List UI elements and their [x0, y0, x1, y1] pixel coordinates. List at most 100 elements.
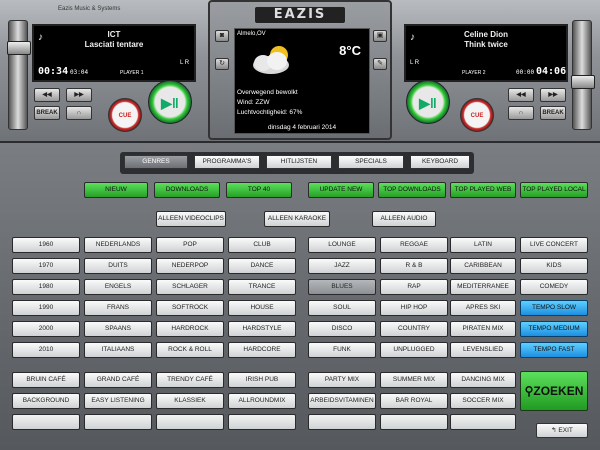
genre-button[interactable]: SOFTROCK: [156, 300, 224, 316]
genre-button[interactable]: COUNTRY: [380, 321, 448, 337]
genre-button[interactable]: NEDERLANDS: [84, 237, 152, 253]
left-next-button[interactable]: ▶▶: [66, 88, 92, 102]
left-prev-button[interactable]: ◀◀: [34, 88, 60, 102]
mood-button[interactable]: BAR ROYAL: [380, 393, 448, 409]
genre-button[interactable]: PIRATEN MIX: [450, 321, 516, 337]
empty-slot[interactable]: [228, 414, 296, 430]
mood-button[interactable]: IRISH PUB: [228, 372, 296, 388]
genre-button[interactable]: SOUL: [308, 300, 376, 316]
right-next-button[interactable]: ▶▶: [540, 88, 566, 102]
tab-keyboard[interactable]: KEYBOARD: [410, 155, 470, 169]
tab-programmas[interactable]: PROGRAMMA'S: [194, 155, 260, 169]
genre-button[interactable]: ENGELS: [84, 279, 152, 295]
quick-update-new[interactable]: UPDATE NEW: [308, 182, 374, 198]
empty-slot[interactable]: [156, 414, 224, 430]
genre-button[interactable]: HIP HOP: [380, 300, 448, 316]
mood-button[interactable]: DANCING MIX: [450, 372, 516, 388]
mood-button[interactable]: ARBEIDSVITAMINEN: [308, 393, 376, 409]
right-play-pause-button[interactable]: ▶‖: [406, 80, 450, 124]
genre-button[interactable]: R & B: [380, 258, 448, 274]
mood-button[interactable]: GRAND CAFÉ: [84, 372, 152, 388]
quick-top-downloads[interactable]: TOP DOWNLOADS: [378, 182, 446, 198]
left-headphones-button[interactable]: ∩: [66, 106, 92, 120]
tab-genres[interactable]: GENRES: [124, 155, 188, 169]
left-break-button[interactable]: BREAK: [34, 106, 60, 120]
tab-specials[interactable]: SPECIALS: [338, 155, 404, 169]
empty-slot[interactable]: [12, 414, 80, 430]
genre-button[interactable]: SPAANS: [84, 321, 152, 337]
genre-button[interactable]: MEDITERRANEE: [450, 279, 516, 295]
genre-button[interactable]: APRES SKI: [450, 300, 516, 316]
left-cue-button[interactable]: CUE: [108, 98, 142, 132]
genre-button[interactable]: POP: [156, 237, 224, 253]
mood-button[interactable]: BACKGROUND: [12, 393, 80, 409]
search-button[interactable]: ⚲ZOEKEN: [520, 371, 588, 411]
genre-button[interactable]: 2010: [12, 342, 80, 358]
right-headphones-button[interactable]: ∩: [508, 106, 534, 120]
quick-nieuw[interactable]: NIEUW: [84, 182, 148, 198]
genre-button[interactable]: ROCK & ROLL: [156, 342, 224, 358]
empty-slot[interactable]: [308, 414, 376, 430]
genre-button[interactable]: DANCE: [228, 258, 296, 274]
genre-button[interactable]: FUNK: [308, 342, 376, 358]
mood-button[interactable]: EASY LISTENING: [84, 393, 152, 409]
genre-button[interactable]: KIDS: [520, 258, 588, 274]
empty-slot[interactable]: [450, 414, 516, 430]
genre-button[interactable]: LEVENSLIED: [450, 342, 516, 358]
genre-button[interactable]: NEDERPOP: [156, 258, 224, 274]
genre-button[interactable]: TEMPO FAST: [520, 342, 588, 358]
mood-button[interactable]: TRENDY CAFÉ: [156, 372, 224, 388]
mood-button[interactable]: PARTY MIX: [308, 372, 376, 388]
right-prev-button[interactable]: ◀◀: [508, 88, 534, 102]
genre-button[interactable]: SCHLAGER: [156, 279, 224, 295]
genre-button[interactable]: LOUNGE: [308, 237, 376, 253]
genre-button[interactable]: 1970: [12, 258, 80, 274]
settings-icon[interactable]: ✎: [373, 58, 387, 70]
genre-button[interactable]: ITALIAANS: [84, 342, 152, 358]
genre-button[interactable]: HARDSTYLE: [228, 321, 296, 337]
quick-top40[interactable]: TOP 40: [226, 182, 292, 198]
genre-button[interactable]: RAP: [380, 279, 448, 295]
right-break-button[interactable]: BREAK: [540, 106, 566, 120]
genre-button[interactable]: DUITS: [84, 258, 152, 274]
genre-button[interactable]: COMEDY: [520, 279, 588, 295]
mood-button[interactable]: KLASSIEK: [156, 393, 224, 409]
genre-button[interactable]: 1960: [12, 237, 80, 253]
empty-slot[interactable]: [380, 414, 448, 430]
right-cue-button[interactable]: CUE: [460, 98, 494, 132]
tab-hitlijsten[interactable]: HITLIJSTEN: [266, 155, 332, 169]
genre-button[interactable]: LATIN: [450, 237, 516, 253]
genre-button[interactable]: LIVE CONCERT: [520, 237, 588, 253]
mood-button[interactable]: BRUIN CAFÉ: [12, 372, 80, 388]
genre-button[interactable]: TEMPO SLOW: [520, 300, 588, 316]
genre-button[interactable]: 1990: [12, 300, 80, 316]
genre-button[interactable]: 1980: [12, 279, 80, 295]
empty-slot[interactable]: [84, 414, 152, 430]
genre-button[interactable]: HARDCORE: [228, 342, 296, 358]
genre-button[interactable]: CLUB: [228, 237, 296, 253]
left-volume-slider[interactable]: [7, 20, 31, 130]
right-volume-knob[interactable]: [571, 75, 595, 89]
genre-button[interactable]: BLUES: [308, 279, 376, 295]
genre-button[interactable]: UNPLUGGED: [380, 342, 448, 358]
genre-button[interactable]: 2000: [12, 321, 80, 337]
genre-button[interactable]: JAZZ: [308, 258, 376, 274]
mood-button[interactable]: ALLROUNDMIX: [228, 393, 296, 409]
mood-button[interactable]: SUMMER MIX: [380, 372, 448, 388]
quick-downloads[interactable]: DOWNLOADS: [154, 182, 220, 198]
genre-button[interactable]: HOUSE: [228, 300, 296, 316]
filter-videoclips[interactable]: ALLEEN VIDEOCLIPS: [156, 211, 226, 227]
genre-button[interactable]: TEMPO MEDIUM: [520, 321, 588, 337]
genre-button[interactable]: TRANCE: [228, 279, 296, 295]
genre-button[interactable]: CARIBBEAN: [450, 258, 516, 274]
genre-button[interactable]: DISCO: [308, 321, 376, 337]
film-icon[interactable]: ▣: [373, 30, 387, 42]
genre-button[interactable]: HARDROCK: [156, 321, 224, 337]
mood-button[interactable]: SOCCER MIX: [450, 393, 516, 409]
genre-button[interactable]: REGGAE: [380, 237, 448, 253]
genre-button[interactable]: FRANS: [84, 300, 152, 316]
exit-button[interactable]: ↰ EXIT: [536, 423, 588, 438]
camera-icon[interactable]: ◙: [215, 30, 229, 42]
left-play-pause-button[interactable]: ▶‖: [148, 80, 192, 124]
left-volume-knob[interactable]: [7, 41, 31, 55]
